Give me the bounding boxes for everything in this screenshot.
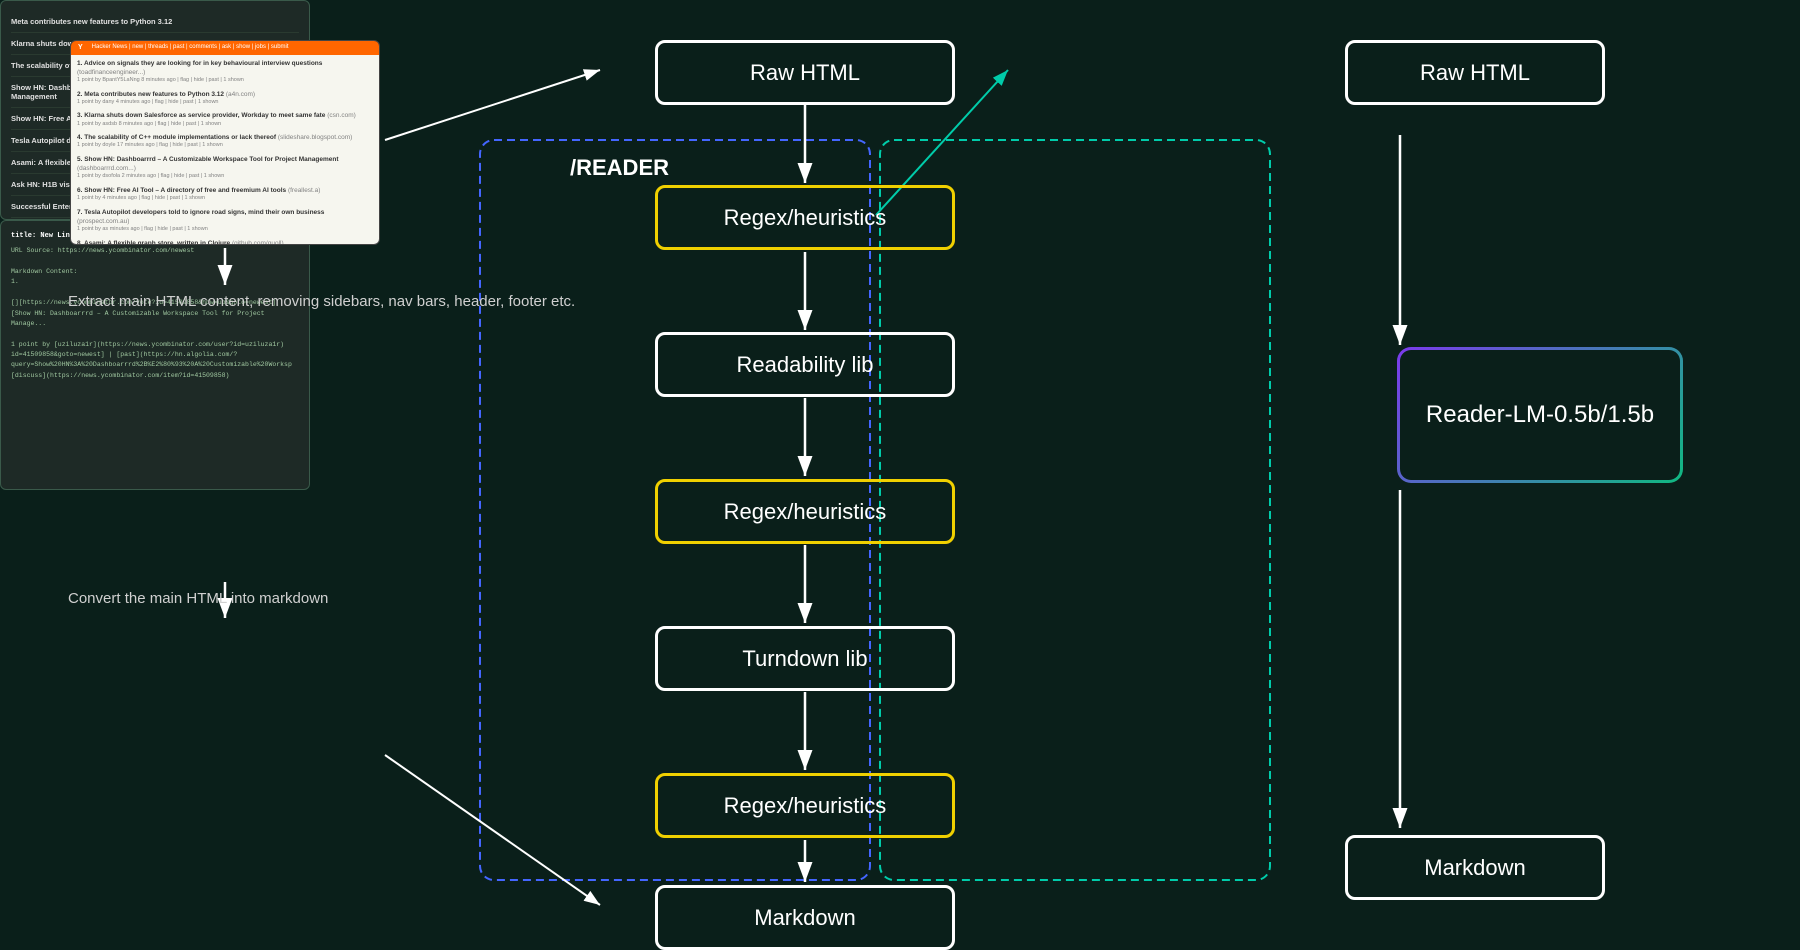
hn-item: 1. Advice on signals they are looking fo… (77, 59, 373, 85)
regex2-box: Regex/heuristics (655, 479, 955, 544)
hn-nav: Hacker News | new | threads | past | com… (92, 43, 289, 53)
annotation-convert: Convert the main HTML into markdown (68, 588, 328, 611)
markdown-right-box: Markdown (1345, 835, 1605, 900)
raw-html-right-box: Raw HTML (1345, 40, 1605, 105)
hn-header: Y Hacker News | new | threads | past | c… (71, 41, 379, 55)
turndown-box: Turndown lib (655, 626, 955, 691)
hn-logo: Y (75, 43, 86, 53)
markdown-content: URL Source: https://news.ycombinator.com… (11, 246, 299, 381)
markdown-center-box: Markdown (655, 885, 955, 950)
hn-item: 2. Meta contributes new features to Pyth… (77, 90, 373, 107)
reader-lm-box: Reader-LM-0.5b/1.5b (1400, 350, 1680, 480)
hn-item: 7. Tesla Autopilot developers told to ig… (77, 208, 373, 234)
hn-body: 1. Advice on signals they are looking fo… (71, 55, 379, 245)
hn-item: 6. Show HN: Free AI Tool – A directory o… (77, 186, 373, 203)
list-item: Meta contributes new features to Python … (11, 11, 299, 33)
hn-item: 8. Asami: A flexible graph store, writte… (77, 239, 373, 245)
markdown-card: title: New Links | Hacker News URL Sourc… (0, 220, 310, 490)
regex1-box: Regex/heuristics (655, 185, 955, 250)
hn-item: 3. Klarna shuts down Salesforce as servi… (77, 111, 373, 128)
reader-lm-wrapper: Reader-LM-0.5b/1.5b (1397, 347, 1683, 483)
hn-item: 4. The scalability of C++ module impleme… (77, 133, 373, 150)
hn-item: 5. Show HN: Dashboarrrd – A Customizable… (77, 155, 373, 181)
hacker-news-card: Y Hacker News | new | threads | past | c… (70, 40, 380, 245)
annotation-extract: Extract main HTML content, removing side… (68, 291, 575, 314)
readability-box: Readability lib (655, 332, 955, 397)
reader-label: /READER (570, 155, 669, 181)
raw-html-center-box: Raw HTML (655, 40, 955, 105)
regex3-box: Regex/heuristics (655, 773, 955, 838)
